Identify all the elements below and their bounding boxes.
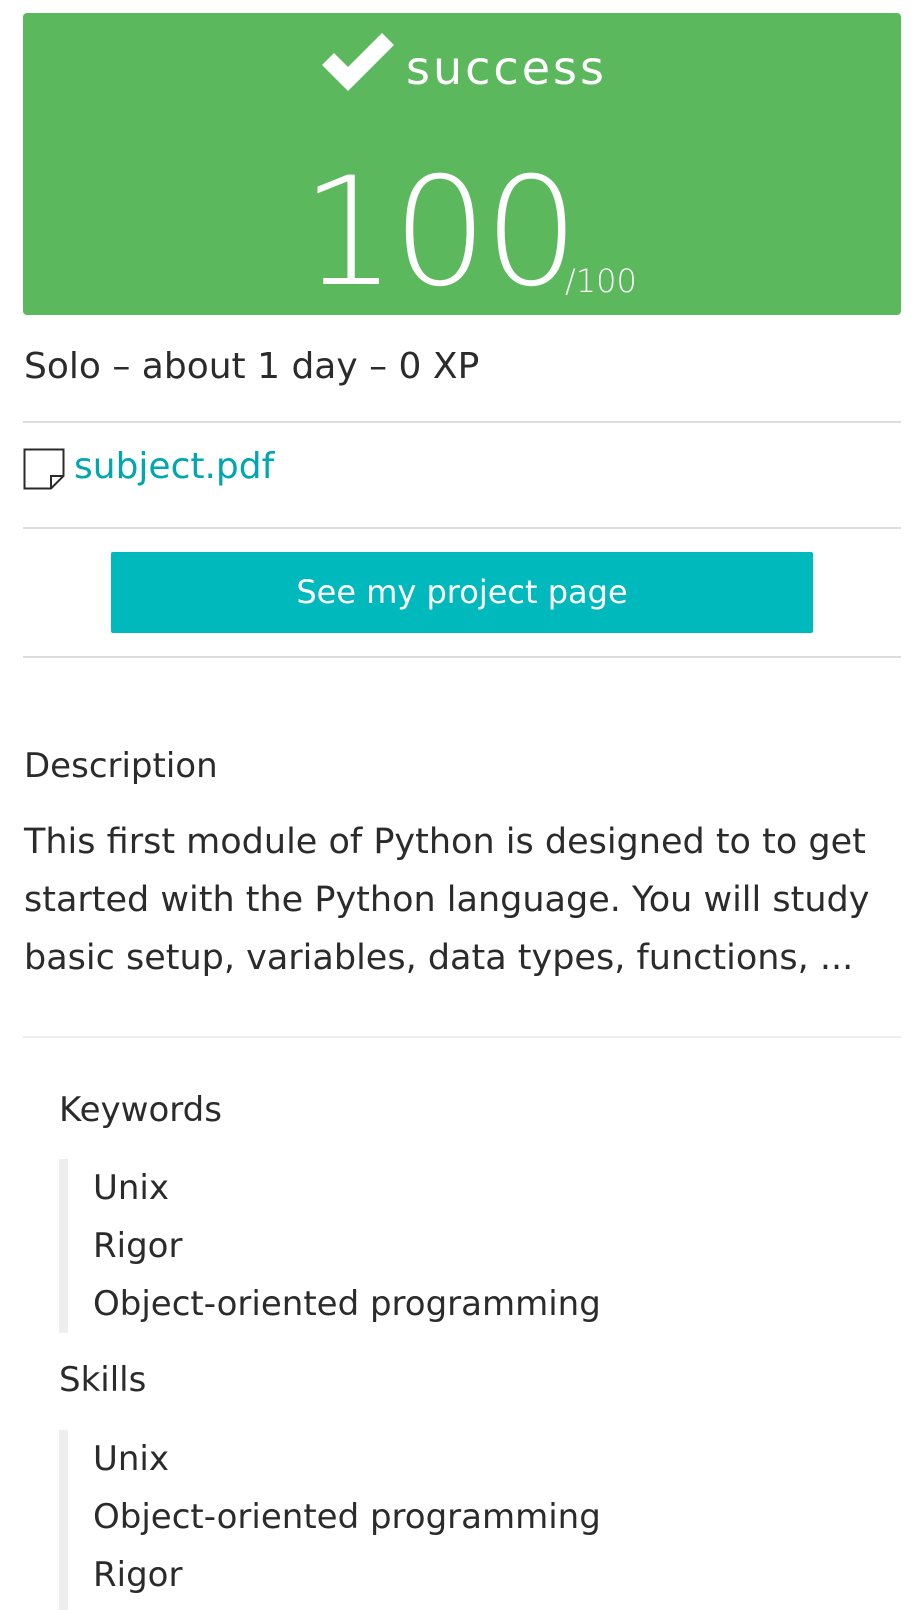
status-row: success <box>23 21 901 101</box>
skills-title: Skills <box>59 1360 147 1400</box>
skill-item: Unix <box>93 1439 170 1479</box>
divider <box>23 1036 901 1038</box>
see-project-page-button[interactable]: See my project page <box>111 552 813 633</box>
document-icon <box>23 448 65 490</box>
skill-item: Rigor <box>93 1555 183 1595</box>
skills-list: Unix Object-oriented programming Rigor <box>59 1430 601 1610</box>
description-text: This first module of Python is designed … <box>24 822 870 978</box>
final-score: 100 <box>301 146 579 320</box>
description-title: Description <box>24 746 218 786</box>
result-banner: success 100 /100 <box>23 13 901 315</box>
status-label: success <box>406 41 607 95</box>
keyword-item: Rigor <box>93 1226 183 1266</box>
divider <box>23 421 901 423</box>
keywords-title: Keywords <box>59 1090 222 1130</box>
skill-item: Object-oriented programming <box>93 1497 601 1537</box>
divider <box>23 656 901 658</box>
keyword-item: Unix <box>93 1168 170 1208</box>
keywords-list: Unix Rigor Object-oriented programming <box>59 1159 601 1333</box>
keyword-item: Object-oriented programming <box>93 1284 601 1324</box>
divider <box>23 527 901 529</box>
project-meta: Solo – about 1 day – 0 XP <box>24 346 480 387</box>
max-score: /100 <box>565 262 637 300</box>
subject-pdf-link[interactable]: subject.pdf <box>74 444 274 490</box>
checkmark-icon <box>322 33 394 91</box>
